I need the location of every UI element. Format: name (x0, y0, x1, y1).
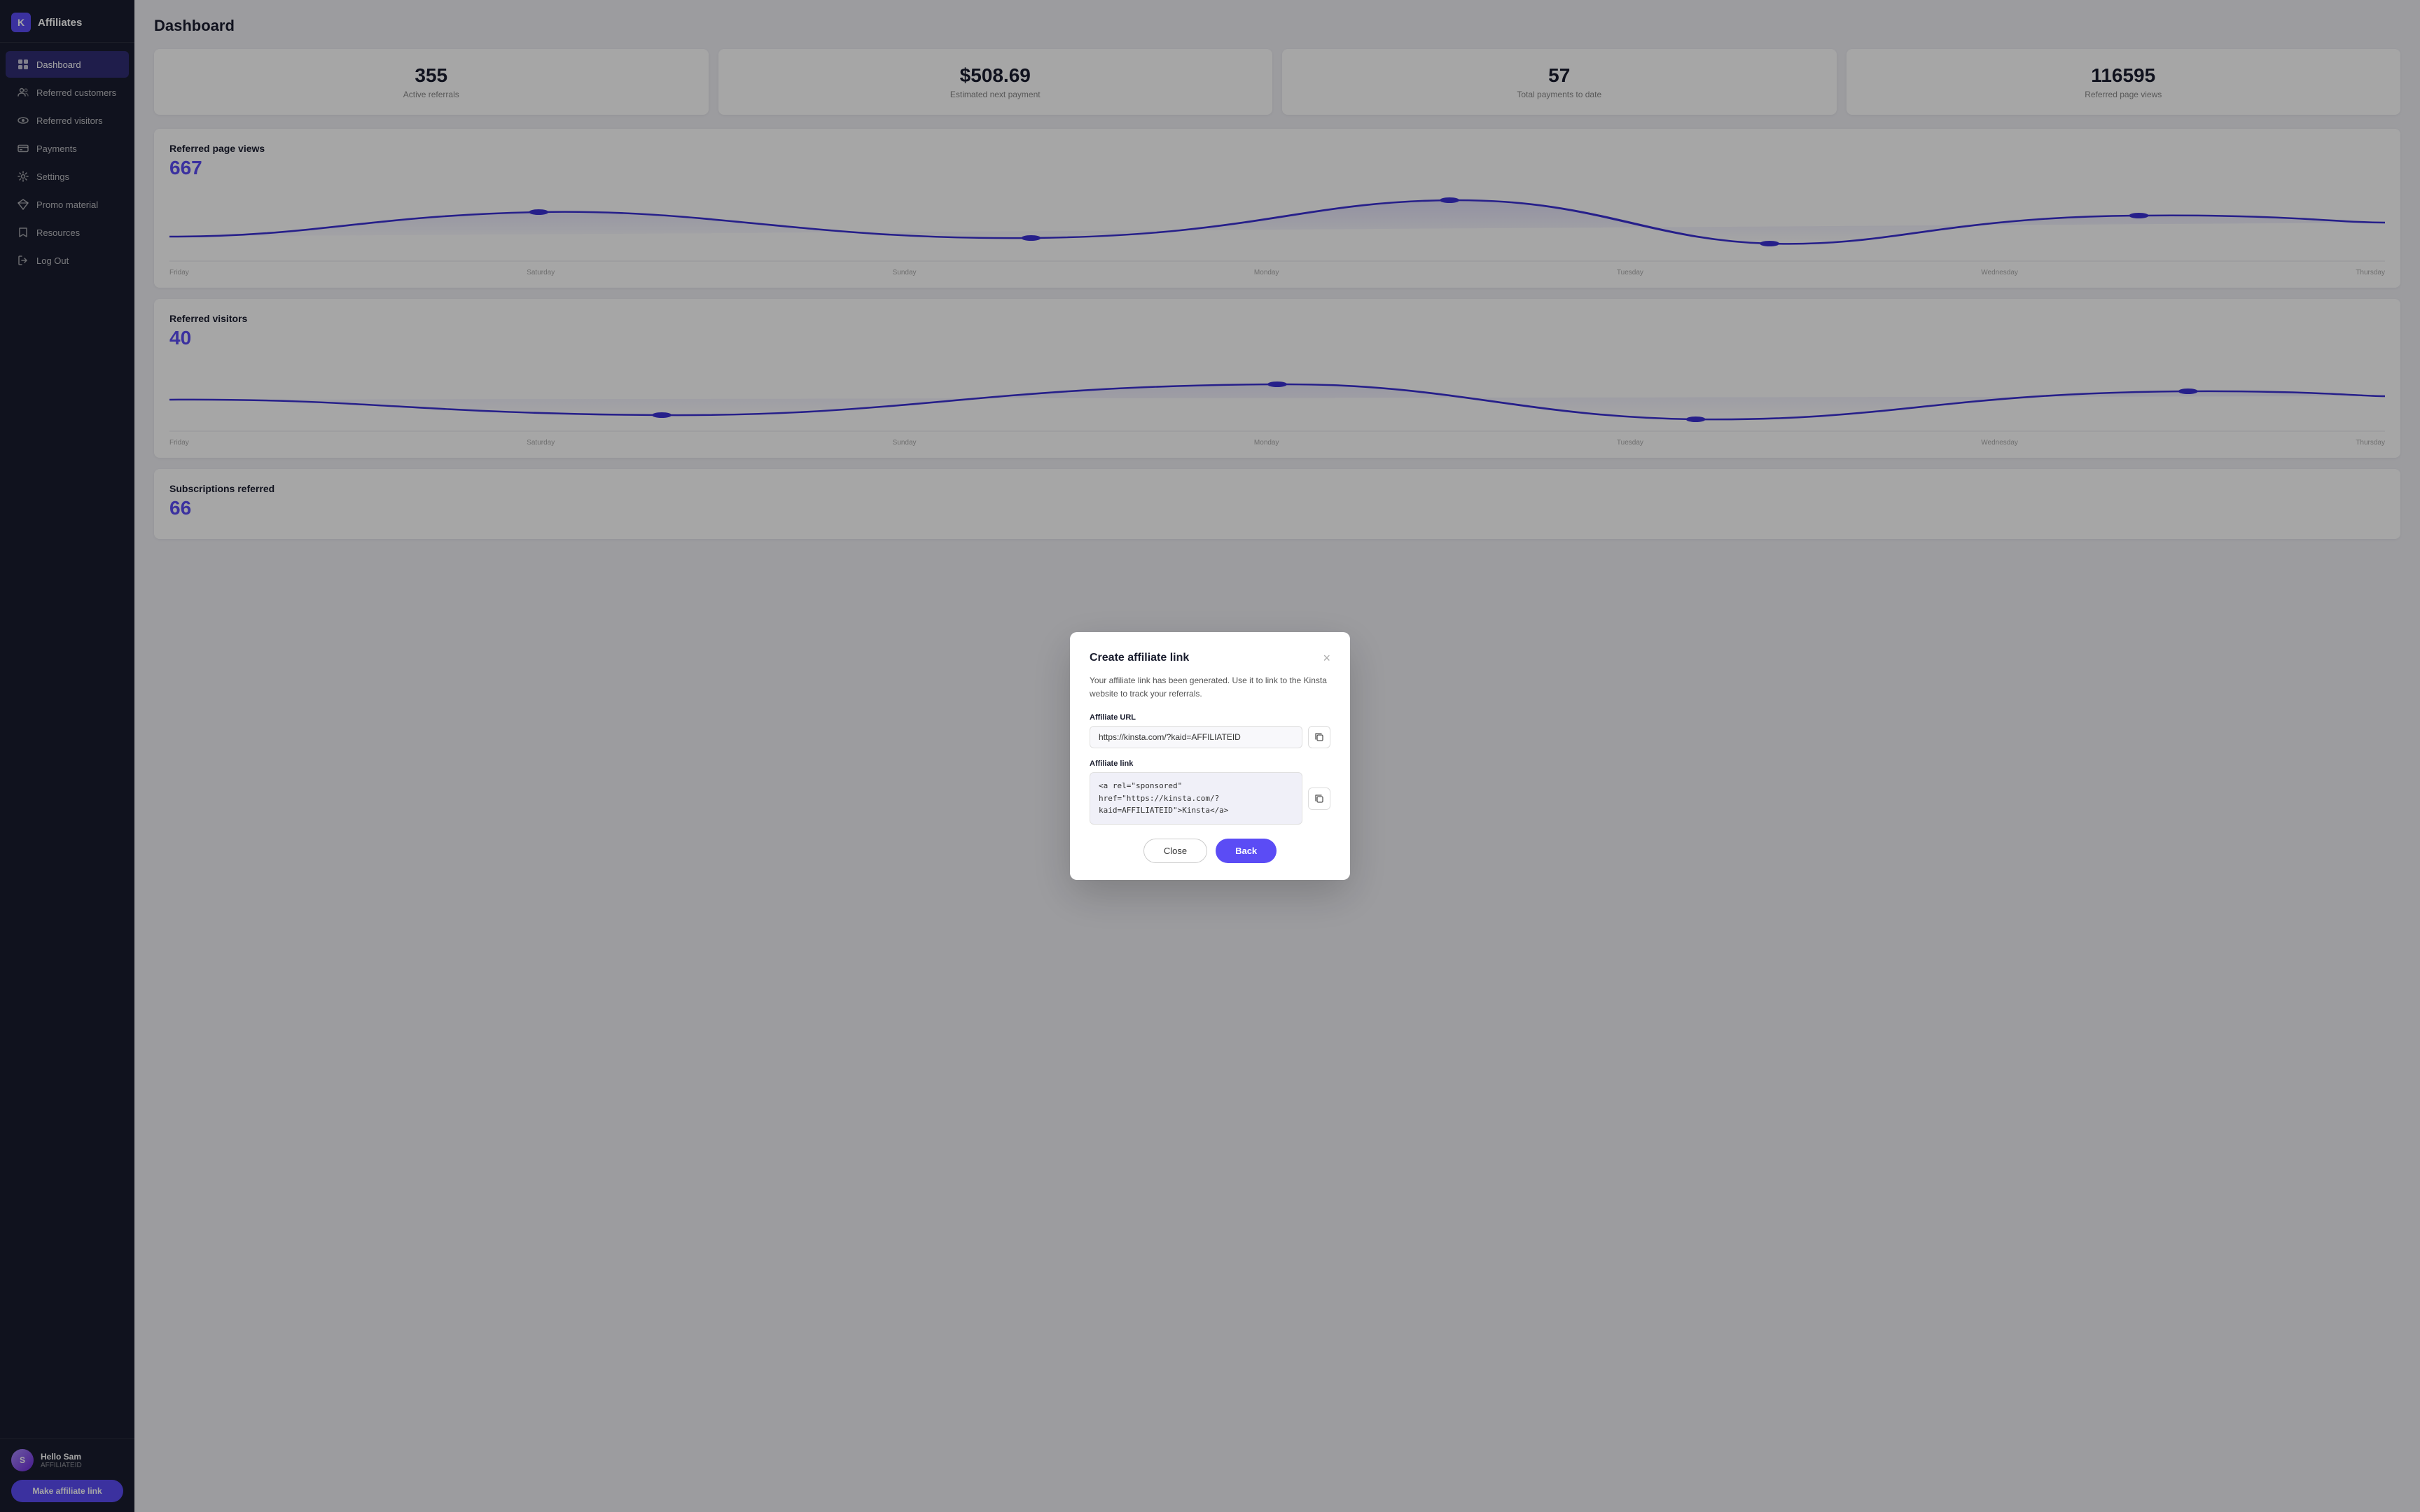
close-button[interactable]: Close (1143, 839, 1207, 863)
copy-url-button[interactable] (1308, 726, 1330, 748)
modal-description: Your affiliate link has been generated. … (1090, 674, 1330, 701)
modal-close-button[interactable]: × (1323, 652, 1330, 664)
modal: Create affiliate link × Your affiliate l… (1070, 632, 1350, 880)
link-label: Affiliate link (1090, 760, 1330, 768)
url-label: Affiliate URL (1090, 713, 1330, 722)
modal-header: Create affiliate link × (1090, 652, 1330, 664)
affiliate-link-code: <a rel="sponsored"href="https://kinsta.c… (1090, 772, 1302, 825)
copy-link-button[interactable] (1308, 788, 1330, 810)
modal-footer: Close Back (1090, 839, 1330, 863)
link-input-row: <a rel="sponsored"href="https://kinsta.c… (1090, 772, 1330, 825)
modal-overlay[interactable]: Create affiliate link × Your affiliate l… (0, 0, 2420, 1512)
url-input-row (1090, 726, 1330, 748)
back-button[interactable]: Back (1216, 839, 1277, 863)
modal-title: Create affiliate link (1090, 652, 1189, 664)
affiliate-url-input[interactable] (1090, 726, 1302, 748)
